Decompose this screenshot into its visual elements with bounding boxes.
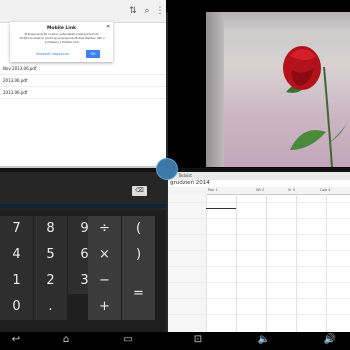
file-list-item[interactable]: 2013.06.pdf [0,76,166,87]
key-7[interactable]: 7 [0,216,33,242]
display-separator [0,204,166,208]
grid-line [168,314,350,315]
time-gutter [168,194,206,332]
day-column-header: Czw 4 [320,188,331,192]
grid-line [296,194,297,332]
grid-line [168,282,350,283]
recents-icon[interactable]: ▭ [120,334,136,346]
key-0[interactable]: 0 [0,294,33,320]
rose-illustration [283,46,350,167]
screenshot-icon[interactable]: ⊡ [190,334,206,346]
month-title: grudzień 2014 [170,180,210,186]
file-name: 2013.06.pdf [3,78,28,83]
key-1[interactable]: 1 [0,268,33,294]
grid-line [168,266,350,267]
key-multiply[interactable]: × [88,242,121,268]
day-column-header: Pon 1 [208,188,218,192]
key-close-paren[interactable]: ) [122,242,155,268]
dialog-ok-button[interactable]: OK [86,50,100,58]
key-2[interactable]: 2 [34,268,67,294]
sort-icon[interactable]: ⇅ [128,6,138,16]
grid-line [168,250,350,251]
key-decimal[interactable]: . [34,294,67,320]
grid-line [326,194,327,332]
grid-line [168,234,350,235]
grid-line [168,298,350,299]
grid-line [206,194,207,332]
file-list-item[interactable]: 2013.06.pdf [0,88,166,99]
grid-line [236,194,237,332]
day-column-header: Wt 2 [256,188,265,192]
key-open-paren[interactable]: ( [122,216,155,242]
key-equals[interactable]: = [122,268,155,320]
close-icon[interactable]: ✕ [106,24,110,30]
grid-line [168,202,350,203]
dialog-title: Mobile Link [46,26,77,31]
volume-down-icon[interactable]: 🔈 [256,334,272,346]
file-list-item[interactable]: Nov 2013.06.pdf [0,64,166,75]
mobile-link-dialog: Mobile Link ✕ Pripojenie pribi ocamo ext… [10,22,113,62]
navigation-bar [0,332,350,350]
day-column-header: Śr 3 [288,188,295,192]
volume-up-icon[interactable]: 🔊 [322,334,338,346]
search-icon[interactable]: ⌕ [142,6,152,16]
grid-line [168,218,350,219]
file-name: 2013.06.pdf [3,90,28,95]
grid-line [266,194,267,332]
delete-button[interactable]: ⌫ [132,186,147,196]
window-title: Todoist [178,173,192,178]
current-time-indicator [206,208,236,209]
more-vert-icon[interactable]: ⋮ [155,6,165,16]
key-4[interactable]: 4 [0,242,33,268]
dialog-help-link[interactable]: Zobraziť nápovedu [36,52,69,56]
key-8[interactable]: 8 [34,216,67,242]
dialog-body-text: Pripojenie pribi ocamo extendkati zrezid… [19,32,105,44]
key-divide[interactable]: ÷ [88,216,121,242]
calendar-title-bar [168,172,350,180]
file-name: Nov 2013.06.pdf [3,66,37,71]
home-icon[interactable]: ⌂ [58,334,74,346]
split-resize-handle[interactable] [156,158,178,180]
rose-photo[interactable] [206,12,350,167]
key-5[interactable]: 5 [34,242,67,268]
back-icon[interactable]: ↩ [8,334,24,346]
key-minus[interactable]: − [88,268,121,294]
key-plus[interactable]: + [88,294,121,320]
